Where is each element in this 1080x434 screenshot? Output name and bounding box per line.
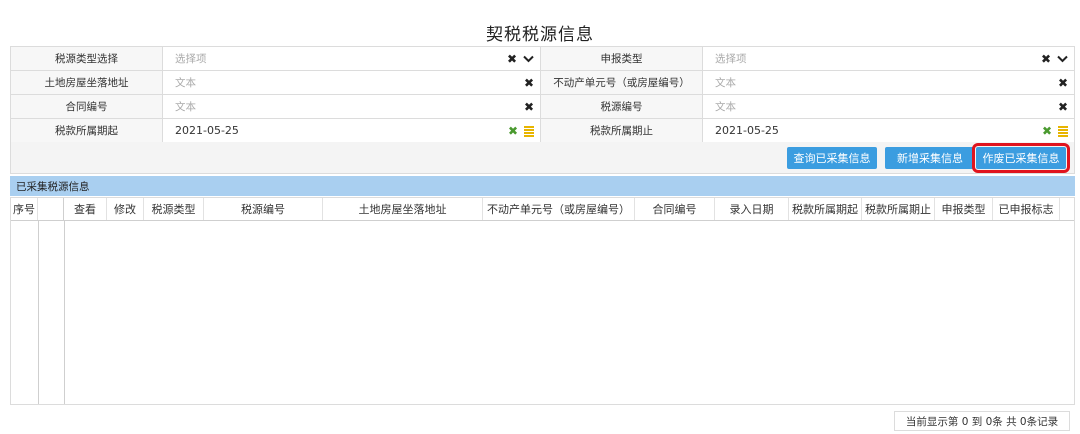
- col-period-start[interactable]: 税款所属期起: [789, 198, 862, 220]
- clear-icon[interactable]: ✖: [507, 53, 517, 65]
- period-end-input[interactable]: 2021-05-25 ✖: [703, 119, 1075, 143]
- page-title: 契税税源信息: [486, 25, 594, 45]
- chevron-down-icon[interactable]: [523, 55, 534, 63]
- col-index: 序号: [11, 198, 38, 220]
- column-divider: [64, 221, 65, 404]
- declaration-type-select[interactable]: 选择项 ✖: [703, 47, 1075, 71]
- period-start-label: 税款所属期起: [11, 119, 163, 143]
- col-property-address[interactable]: 土地房屋坐落地址: [323, 198, 483, 220]
- column-divider: [38, 221, 39, 404]
- query-collected-button[interactable]: 查询已采集信息: [787, 147, 877, 169]
- form-row: 合同编号 文本 ✖ 税源编号 文本 ✖: [11, 95, 1075, 119]
- form-row: 税源类型选择 选择项 ✖ 申报类型 选择项 ✖: [11, 47, 1075, 71]
- declaration-type-label: 申报类型: [541, 47, 703, 71]
- tax-source-type-select[interactable]: 选择项 ✖: [163, 47, 541, 71]
- clear-icon[interactable]: ✖: [1042, 125, 1052, 137]
- period-end-label: 税款所属期止: [541, 119, 703, 143]
- property-unit-placeholder: 文本: [715, 77, 736, 89]
- property-address-label: 土地房屋坐落地址: [11, 71, 163, 95]
- period-end-value: 2021-05-25: [715, 124, 779, 137]
- col-property-unit[interactable]: 不动产单元号（或房屋编号）: [483, 198, 635, 220]
- chevron-down-icon[interactable]: [1057, 55, 1068, 63]
- data-table: 序号 查看 修改 税源类型 税源编号 土地房屋坐落地址 不动产单元号（或房屋编号…: [10, 197, 1075, 405]
- tax-source-type-placeholder: 选择项: [175, 53, 207, 65]
- col-contract-number[interactable]: 合同编号: [635, 198, 715, 220]
- clear-icon[interactable]: ✖: [1041, 53, 1051, 65]
- col-declared-flag[interactable]: 已申报标志: [993, 198, 1060, 220]
- property-address-placeholder: 文本: [175, 77, 196, 89]
- pagination-summary: 当前显示第 0 到 0条 共 0条记录: [894, 411, 1070, 431]
- clear-icon[interactable]: ✖: [524, 101, 534, 113]
- clear-icon[interactable]: ✖: [508, 125, 518, 137]
- property-address-input[interactable]: 文本 ✖: [163, 71, 541, 95]
- col-tax-source-type[interactable]: 税源类型: [144, 198, 204, 220]
- property-unit-input[interactable]: 文本 ✖: [703, 71, 1075, 95]
- tax-source-number-placeholder: 文本: [715, 101, 736, 113]
- col-declaration-type[interactable]: 申报类型: [935, 198, 993, 220]
- calendar-icon[interactable]: [524, 125, 534, 137]
- contract-number-label: 合同编号: [11, 95, 163, 119]
- contract-number-input[interactable]: 文本 ✖: [163, 95, 541, 119]
- col-entry-date[interactable]: 录入日期: [715, 198, 789, 220]
- col-checkbox[interactable]: [38, 198, 64, 220]
- period-start-value: 2021-05-25: [175, 124, 239, 137]
- property-unit-label: 不动产单元号（或房屋编号）: [541, 71, 703, 95]
- search-form: 税源类型选择 选择项 ✖ 申报类型 选择项 ✖ 土地房屋坐落地址 文本 ✖ 不动…: [10, 46, 1075, 143]
- form-row: 税款所属期起 2021-05-25 ✖ 税款所属期止 2021-05-25 ✖: [11, 119, 1075, 143]
- section-header: 已采集税源信息: [10, 176, 1075, 196]
- clear-icon[interactable]: ✖: [1058, 101, 1068, 113]
- add-collection-button[interactable]: 新增采集信息: [885, 147, 975, 169]
- form-row: 土地房屋坐落地址 文本 ✖ 不动产单元号（或房屋编号） 文本 ✖: [11, 71, 1075, 95]
- contract-number-placeholder: 文本: [175, 101, 196, 113]
- col-tax-source-number[interactable]: 税源编号: [204, 198, 323, 220]
- table-body: [11, 221, 1074, 404]
- tax-source-number-label: 税源编号: [541, 95, 703, 119]
- clear-icon[interactable]: ✖: [524, 77, 534, 89]
- col-edit: 修改: [107, 198, 144, 220]
- void-collected-button[interactable]: 作废已采集信息: [972, 143, 1070, 173]
- table-header: 序号 查看 修改 税源类型 税源编号 土地房屋坐落地址 不动产单元号（或房屋编号…: [11, 198, 1074, 221]
- col-period-end[interactable]: 税款所属期止: [862, 198, 935, 220]
- period-start-input[interactable]: 2021-05-25 ✖: [163, 119, 541, 143]
- tax-source-type-label: 税源类型选择: [11, 47, 163, 71]
- button-bar: 查询已采集信息 新增采集信息 作废已采集信息: [10, 142, 1075, 174]
- tax-source-number-input[interactable]: 文本 ✖: [703, 95, 1075, 119]
- clear-icon[interactable]: ✖: [1058, 77, 1068, 89]
- calendar-icon[interactable]: [1058, 125, 1068, 137]
- col-view: 查看: [64, 198, 107, 220]
- declaration-type-placeholder: 选择项: [715, 53, 747, 65]
